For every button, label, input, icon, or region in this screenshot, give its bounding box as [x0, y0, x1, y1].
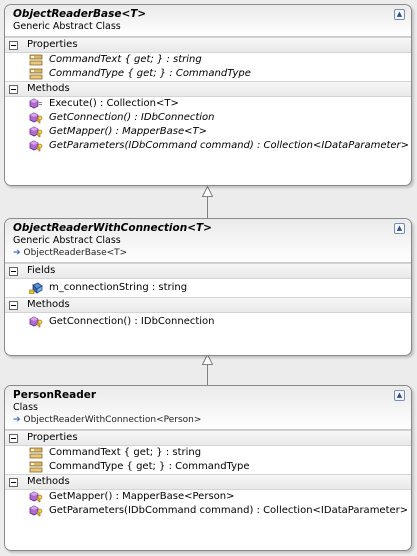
member-method[interactable]: GetConnection() : IDbConnection	[5, 313, 411, 331]
class-header: PersonReader Class ➔ ObjectReaderWithConn…	[5, 386, 411, 430]
member-method[interactable]: GetParameters(IDbCommand command) : Coll…	[5, 139, 411, 153]
member-property[interactable]: CommandText { get; } : string	[5, 446, 411, 460]
section-fields[interactable]: Fields	[5, 263, 411, 279]
private-field-icon	[29, 282, 43, 294]
protected-method-icon	[29, 316, 43, 328]
minus-toggle-icon[interactable]	[9, 40, 18, 50]
method-icon	[29, 98, 43, 109]
section-properties[interactable]: Properties	[5, 430, 411, 446]
class-box-objectreaderwithconnection[interactable]: ObjectReaderWithConnection<T> Generic Ab…	[4, 218, 412, 356]
section-methods[interactable]: Methods	[5, 474, 411, 490]
minus-toggle-icon[interactable]	[9, 300, 18, 310]
collapse-chevron-icon[interactable]: ▲	[394, 223, 405, 234]
minus-toggle-icon[interactable]	[9, 433, 18, 443]
section-methods[interactable]: Methods	[5, 81, 411, 97]
protected-method-icon	[29, 505, 43, 517]
section-methods[interactable]: Methods	[5, 297, 411, 313]
class-stereotype: Class	[13, 402, 38, 413]
protected-method-icon	[29, 140, 43, 152]
inheritance-line	[207, 365, 208, 385]
collapse-chevron-icon[interactable]: ▲	[394, 9, 405, 20]
class-header: ObjectReaderWithConnection<T> Generic Ab…	[5, 219, 411, 263]
section-properties[interactable]: Properties	[5, 37, 411, 53]
member-method[interactable]: GetMapper() : MapperBase<Person>	[5, 490, 411, 504]
inheritance-arrowhead	[202, 186, 213, 197]
inheritance-line	[207, 197, 208, 218]
class-name: ObjectReaderWithConnection<T>	[13, 222, 212, 234]
class-name: ObjectReaderBase<T>	[13, 8, 147, 20]
base-class-link[interactable]: ➔ ObjectReaderWithConnection<Person>	[13, 414, 403, 426]
minus-toggle-icon[interactable]	[9, 266, 18, 276]
member-method[interactable]: GetConnection() : IDbConnection	[5, 111, 411, 125]
member-property[interactable]: CommandType { get; } : CommandType	[5, 460, 411, 474]
protected-method-icon	[29, 126, 43, 138]
minus-toggle-icon[interactable]	[9, 477, 18, 487]
class-stereotype: Generic Abstract Class	[13, 21, 121, 32]
class-box-objectreaderbase[interactable]: ObjectReaderBase<T> Generic Abstract Cla…	[4, 4, 412, 186]
member-method[interactable]: Execute() : Collection<T>	[5, 97, 411, 111]
inherits-arrow-icon: ➔	[13, 415, 21, 425]
member-field[interactable]: m_connectionString : string	[5, 279, 411, 297]
member-property[interactable]: CommandType { get; } : CommandType	[5, 67, 411, 81]
property-icon	[29, 68, 43, 80]
protected-method-icon	[29, 112, 43, 124]
member-method[interactable]: GetMapper() : MapperBase<T>	[5, 125, 411, 139]
collapse-chevron-icon[interactable]: ▲	[394, 390, 405, 401]
member-method[interactable]: GetParameters(IDbCommand command) : Coll…	[5, 504, 411, 518]
property-icon	[29, 54, 43, 66]
protected-method-icon	[29, 491, 43, 503]
property-icon	[29, 447, 43, 459]
inherits-arrow-icon: ➔	[13, 248, 21, 258]
class-stereotype: Generic Abstract Class	[13, 235, 121, 246]
minus-toggle-icon[interactable]	[9, 84, 18, 94]
class-box-personreader[interactable]: PersonReader Class ➔ ObjectReaderWithConn…	[4, 385, 412, 551]
base-class-link[interactable]: ➔ ObjectReaderBase<T>	[13, 247, 403, 259]
property-icon	[29, 461, 43, 473]
class-name: PersonReader	[13, 389, 97, 401]
member-property[interactable]: CommandText { get; } : string	[5, 53, 411, 67]
class-header: ObjectReaderBase<T> Generic Abstract Cla…	[5, 5, 411, 37]
